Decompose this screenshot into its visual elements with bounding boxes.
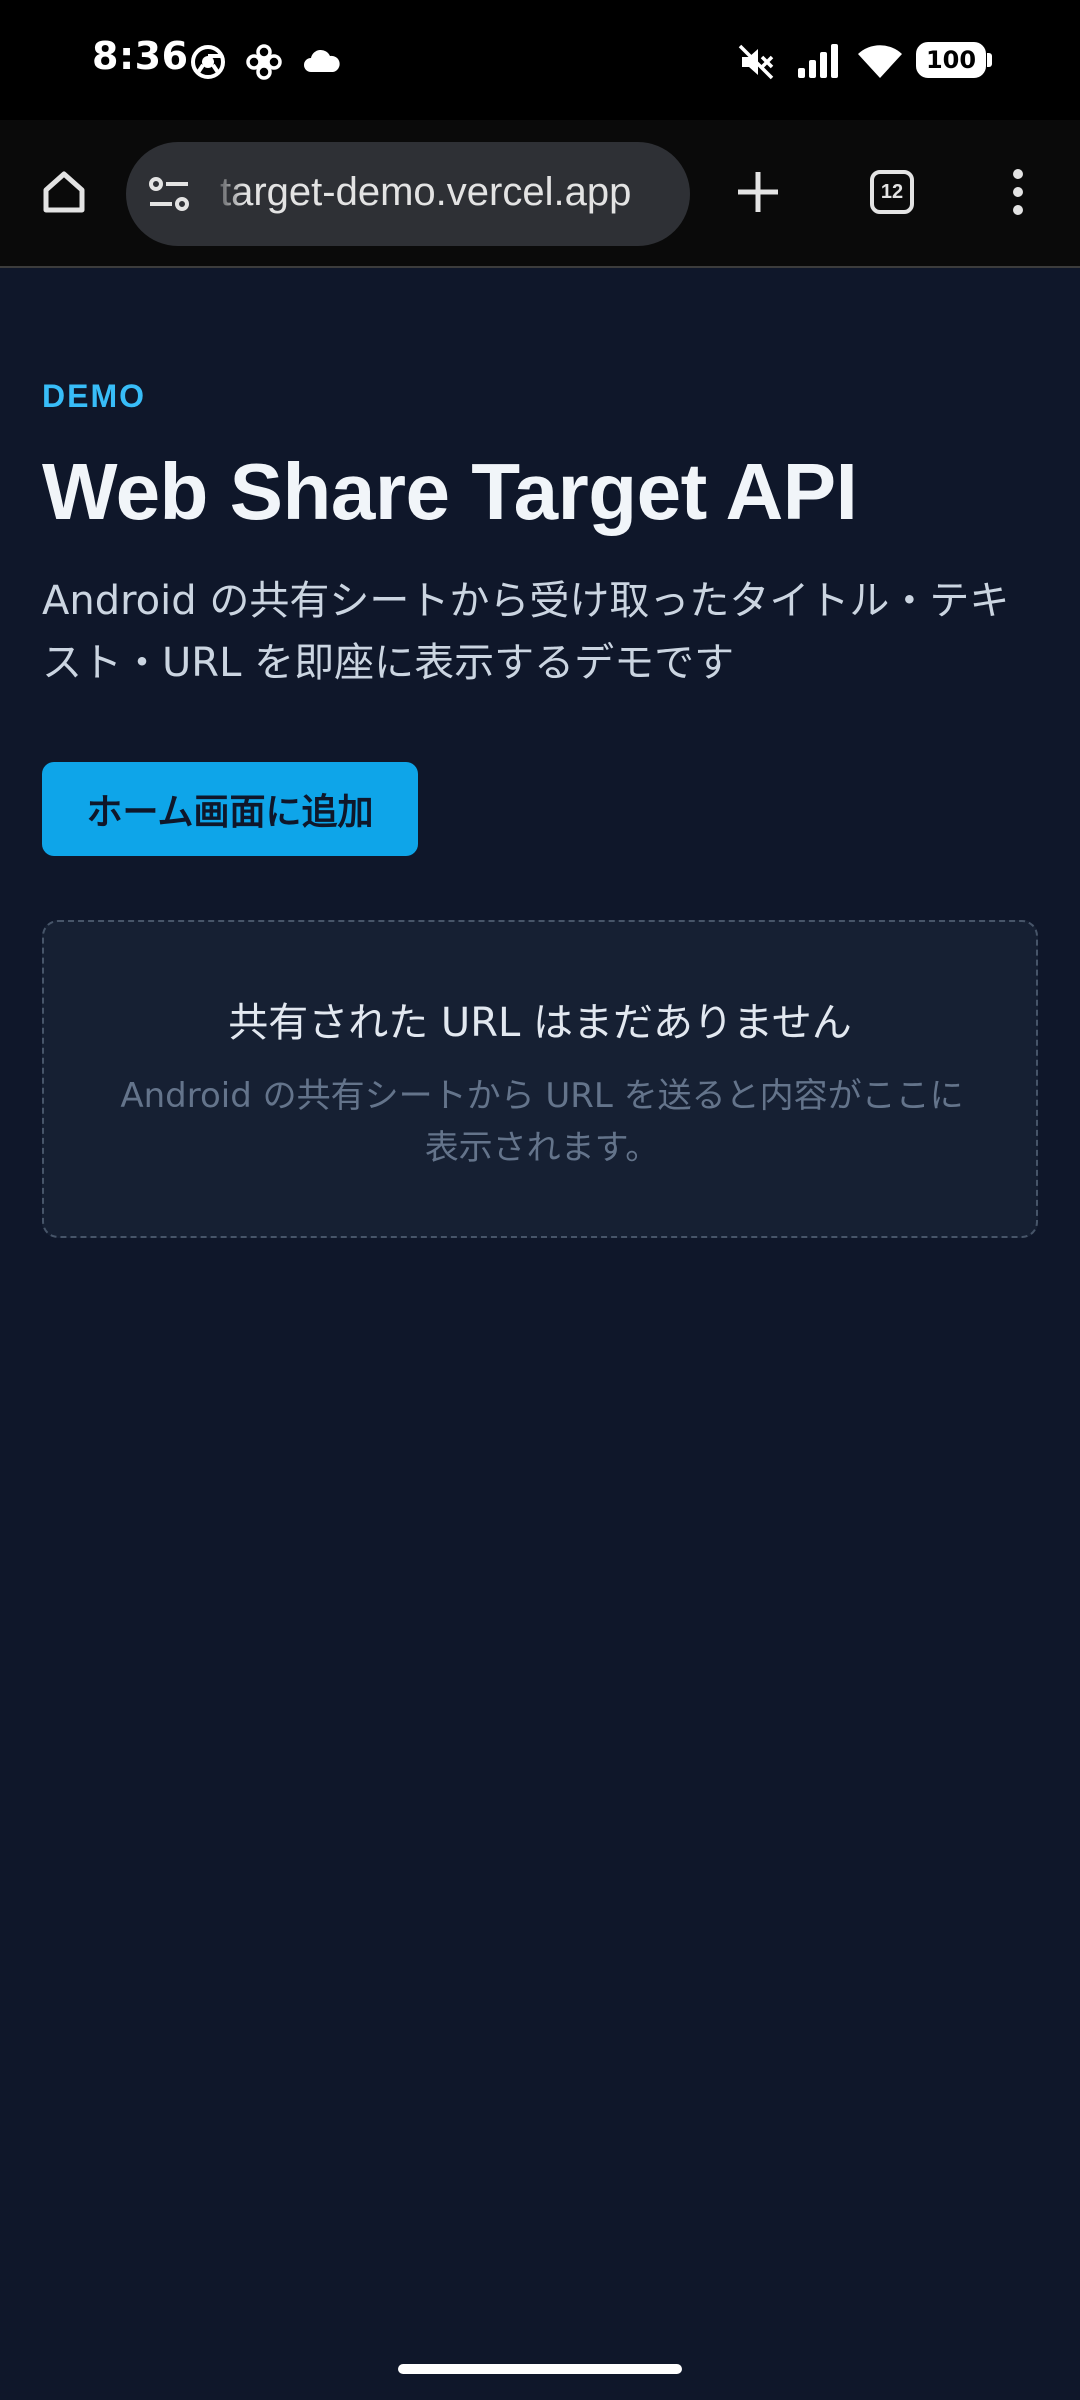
signal-icon (796, 40, 840, 84)
mute-icon (736, 40, 776, 84)
tab-switcher-button[interactable]: 12 (852, 152, 932, 232)
home-button[interactable] (24, 152, 104, 232)
gesture-navigation-bar[interactable] (398, 2364, 682, 2374)
battery-icon: 100 (916, 42, 986, 78)
plus-icon (738, 172, 778, 212)
empty-state-description: Android の共有シートから URL を送ると内容がここに表示されます。 (120, 1076, 964, 1168)
tab-switcher-icon: 12 (870, 170, 914, 214)
home-icon (43, 171, 85, 213)
battery-cap (987, 53, 992, 67)
empty-state-card: 共有された URL はまだありません Android の共有シートから URL … (42, 920, 1038, 1238)
cloud-icon (302, 40, 342, 84)
status-time: 8:36 (92, 34, 189, 78)
add-to-home-button[interactable]: ホーム画面に追加 (42, 762, 418, 856)
url-text[interactable]: target-demo.vercel.app (220, 170, 631, 215)
wifi-icon (856, 40, 904, 84)
eyebrow-label: DEMO (42, 378, 146, 414)
page-description: Android の共有シートから受け取ったタイトル・テキスト・URL を即座に表… (42, 578, 1010, 686)
empty-state-title: 共有された URL はまだありません (228, 1000, 852, 1046)
more-menu-button[interactable] (978, 152, 1058, 232)
tune-icon[interactable] (146, 170, 194, 218)
address-bar[interactable]: target-demo.vercel.app (126, 142, 690, 246)
chrome-icon (190, 40, 226, 84)
more-vert-icon (1013, 169, 1023, 215)
pinwheel-icon (244, 40, 284, 84)
url-fade (210, 142, 244, 246)
browser-toolbar: target-demo.vercel.app 12 (0, 120, 1080, 268)
page-title: Web Share Target API (42, 447, 858, 536)
new-tab-button[interactable] (718, 152, 798, 232)
status-bar: 8:36 100 (0, 0, 1080, 120)
